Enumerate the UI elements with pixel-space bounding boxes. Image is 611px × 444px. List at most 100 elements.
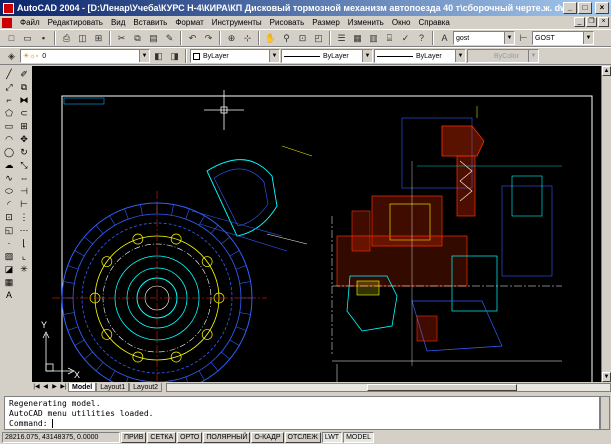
- insert-block-icon[interactable]: ⊡: [2, 211, 16, 223]
- snap-toggle[interactable]: ПРИВ: [121, 432, 147, 443]
- ellipse-arc-icon[interactable]: ◜: [2, 198, 16, 210]
- chevron-down-icon[interactable]: ▼: [504, 32, 514, 44]
- new-icon[interactable]: □: [4, 31, 19, 45]
- zoom-realtime-icon[interactable]: ⚲: [279, 31, 294, 45]
- save-icon[interactable]: ▪: [36, 31, 51, 45]
- markup-icon[interactable]: ✓: [398, 31, 413, 45]
- command-prompt[interactable]: Command:: [9, 419, 599, 429]
- match-properties-icon[interactable]: ✎: [162, 31, 177, 45]
- revision-cloud-icon[interactable]: ☁: [2, 159, 16, 171]
- maximize-button[interactable]: □: [578, 2, 592, 14]
- otrack-toggle[interactable]: ОТСЛЕЖ: [284, 432, 321, 443]
- array-icon[interactable]: ⊞: [17, 120, 31, 132]
- fillet-icon[interactable]: ⌞: [17, 250, 31, 262]
- menu-tools[interactable]: Инструменты: [208, 18, 266, 27]
- tab-last-button[interactable]: ▶|: [59, 383, 68, 392]
- print-preview-icon[interactable]: ◫: [75, 31, 90, 45]
- spline-icon[interactable]: ∿: [2, 172, 16, 184]
- menu-modify[interactable]: Изменить: [344, 18, 388, 27]
- open-icon[interactable]: ▭: [20, 31, 35, 45]
- rotate-icon[interactable]: ↻: [17, 146, 31, 158]
- chevron-down-icon[interactable]: ▼: [139, 50, 149, 62]
- command-window[interactable]: Regenerating model. AutoCAD menu utiliti…: [4, 396, 600, 430]
- menu-format[interactable]: Формат: [171, 18, 207, 27]
- tool-palettes-icon[interactable]: ▥: [366, 31, 381, 45]
- paste-icon[interactable]: ▤: [146, 31, 161, 45]
- move-icon[interactable]: ✥: [17, 133, 31, 145]
- doc-restore-button[interactable]: ❐: [586, 17, 597, 27]
- doc-minimize-button[interactable]: _: [574, 17, 585, 27]
- copy-icon[interactable]: ⧉: [130, 31, 145, 45]
- rectangle-icon[interactable]: ▭: [2, 120, 16, 132]
- multiline-text-icon[interactable]: A: [2, 289, 16, 301]
- polygon-icon[interactable]: ⬠: [2, 107, 16, 119]
- hyperlink-icon[interactable]: ⊕: [224, 31, 239, 45]
- grid-toggle[interactable]: СЕТКА: [147, 432, 177, 443]
- zoom-previous-icon[interactable]: ◰: [311, 31, 326, 45]
- table-icon[interactable]: ▦: [2, 276, 16, 288]
- make-block-icon[interactable]: ◱: [2, 224, 16, 236]
- make-current-layer-icon[interactable]: ◧: [151, 49, 166, 63]
- menu-dimension[interactable]: Размер: [308, 18, 344, 27]
- autocad-app-icon[interactable]: [3, 2, 14, 14]
- redo-icon[interactable]: ↷: [201, 31, 216, 45]
- trim-icon[interactable]: ⊣: [17, 185, 31, 197]
- polyline-icon[interactable]: ⌐: [2, 94, 16, 106]
- vertical-scrollbar[interactable]: ▲ ▼: [601, 66, 611, 382]
- horizontal-scrollbar[interactable]: [166, 382, 611, 392]
- chevron-down-icon[interactable]: ▼: [583, 32, 593, 44]
- break-icon[interactable]: ⋯: [17, 224, 31, 236]
- color-select[interactable]: ByLayer ▼: [190, 49, 280, 63]
- layer-previous-icon[interactable]: ◨: [167, 49, 182, 63]
- pan-icon[interactable]: ✋: [263, 31, 278, 45]
- tab-layout2[interactable]: Layout2: [129, 382, 163, 392]
- scale-icon[interactable]: ⤡: [17, 159, 31, 171]
- tab-model[interactable]: Model: [68, 382, 97, 392]
- osnap-toggle[interactable]: О-КАДР: [251, 432, 284, 443]
- coordinate-display[interactable]: 28216.075, 43148375, 0.0000: [2, 432, 120, 443]
- point-icon[interactable]: ·: [2, 237, 16, 249]
- region-icon[interactable]: ◪: [2, 263, 16, 275]
- zoom-window-icon[interactable]: ⊡: [295, 31, 310, 45]
- line-icon[interactable]: ╱: [2, 68, 16, 80]
- construction-line-icon[interactable]: ⤢: [2, 81, 16, 93]
- command-scrollbar[interactable]: [600, 396, 610, 430]
- design-center-icon[interactable]: ▦: [350, 31, 365, 45]
- lwt-toggle[interactable]: LWT: [321, 432, 343, 443]
- layer-select[interactable]: ☀☼▫ 0 ▼: [20, 49, 150, 63]
- scroll-down-button[interactable]: ▼: [602, 372, 611, 382]
- ellipse-icon[interactable]: ⬭: [2, 185, 16, 197]
- scroll-up-button[interactable]: ▲: [602, 66, 611, 76]
- tab-next-button[interactable]: ▶: [50, 383, 59, 392]
- status-tray-icons[interactable]: [581, 432, 611, 443]
- menu-window[interactable]: Окно: [388, 18, 415, 27]
- dim-style-select[interactable]: GOST ▼: [532, 31, 594, 45]
- menu-insert[interactable]: Вставить: [129, 18, 171, 27]
- arc-icon[interactable]: ◠: [2, 133, 16, 145]
- stretch-icon[interactable]: ⇔: [17, 172, 31, 184]
- polar-toggle[interactable]: ПОЛЯРНЫЙ: [203, 432, 251, 443]
- print-icon[interactable]: ⎙: [59, 31, 74, 45]
- chevron-down-icon[interactable]: ▼: [362, 50, 372, 62]
- explode-icon[interactable]: ✳: [17, 263, 31, 275]
- menu-draw[interactable]: Рисовать: [266, 18, 309, 27]
- drawing-canvas[interactable]: Y X: [32, 66, 601, 382]
- chevron-down-icon[interactable]: ▼: [455, 50, 465, 62]
- linetype-select[interactable]: ByLayer ▼: [281, 49, 373, 63]
- layer-manager-icon[interactable]: ◈: [4, 49, 19, 63]
- tab-prev-button[interactable]: ◀: [41, 383, 50, 392]
- properties-icon[interactable]: ☰: [334, 31, 349, 45]
- chamfer-icon[interactable]: ⌊: [17, 237, 31, 249]
- copy-object-icon[interactable]: ⧉: [17, 81, 31, 93]
- hatch-icon[interactable]: ▨: [2, 250, 16, 262]
- ortho-toggle[interactable]: ОРТО: [177, 432, 203, 443]
- lineweight-select[interactable]: ByLayer ▼: [374, 49, 466, 63]
- undo-icon[interactable]: ↶: [185, 31, 200, 45]
- minimize-button[interactable]: _: [563, 2, 577, 14]
- chevron-down-icon[interactable]: ▼: [269, 50, 279, 62]
- publish-icon[interactable]: ⊞: [91, 31, 106, 45]
- erase-icon[interactable]: ✐: [17, 68, 31, 80]
- circle-icon[interactable]: ◯: [2, 146, 16, 158]
- close-button[interactable]: ×: [595, 2, 609, 14]
- horizontal-scroll-thumb[interactable]: [367, 383, 518, 391]
